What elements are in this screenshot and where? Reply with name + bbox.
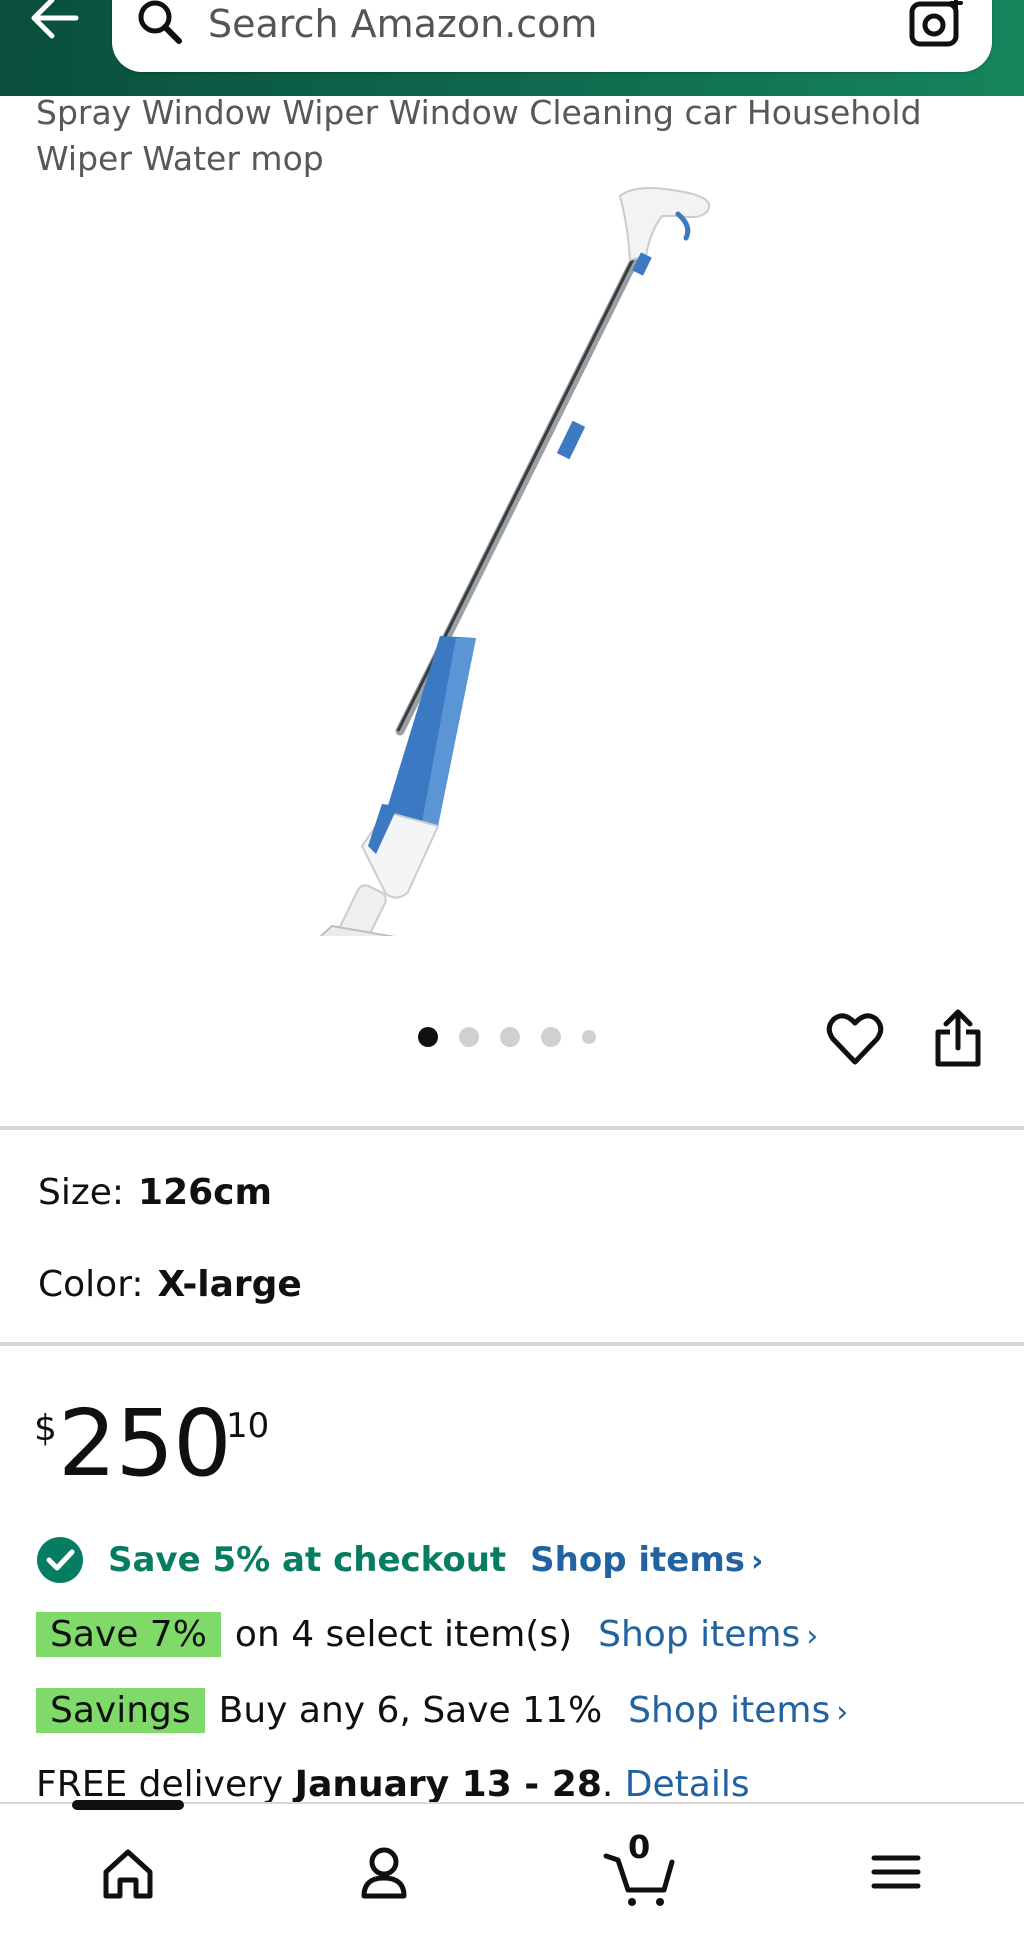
price-symbol: $ — [34, 1408, 57, 1449]
active-tab-indicator — [72, 1800, 184, 1810]
nav-home[interactable] — [88, 1832, 168, 1912]
link-label: Shop items — [628, 1690, 831, 1731]
image-carousel-dots[interactable] — [418, 1022, 617, 1052]
chevron-right-icon: › — [751, 1544, 764, 1579]
search-input[interactable] — [208, 0, 868, 48]
search-box[interactable] — [112, 0, 992, 72]
checkout-shop-items-link[interactable]: Shop items › — [530, 1540, 763, 1580]
carousel-dot[interactable] — [582, 1030, 596, 1044]
back-arrow-icon — [31, 0, 79, 39]
bottom-nav: 0 — [0, 1800, 1024, 1941]
chevron-right-icon: › — [836, 1695, 849, 1730]
carousel-dot[interactable] — [500, 1027, 520, 1047]
price-whole: 250 — [58, 1390, 232, 1497]
header-bar — [0, 0, 1024, 96]
share-icon[interactable] — [932, 1008, 984, 1068]
back-button[interactable] — [24, 0, 88, 48]
home-icon — [103, 1849, 153, 1899]
camera-lens-icon[interactable] — [906, 0, 966, 50]
carousel-dot[interactable] — [418, 1027, 438, 1047]
carousel-dot[interactable] — [541, 1027, 561, 1047]
savings-badge: Savings — [36, 1688, 205, 1733]
select-items-text: on 4 select item(s) — [234, 1614, 573, 1655]
select-items-promo: Save 7% on 4 select item(s) Shop items › — [36, 1612, 818, 1657]
menu-icon — [871, 1855, 921, 1889]
search-icon — [138, 0, 182, 44]
section-divider — [0, 1126, 1024, 1130]
heart-icon[interactable] — [826, 1010, 884, 1068]
cart-count: 0 — [628, 1828, 651, 1866]
delivery-details-link[interactable]: Details — [625, 1764, 750, 1805]
color-value: X-large — [157, 1264, 302, 1305]
size-selection[interactable]: Size: 126cm — [38, 1172, 272, 1213]
select-shop-items-link[interactable]: Shop items › — [598, 1614, 818, 1655]
save-badge: Save 7% — [36, 1612, 221, 1657]
link-label: Shop items — [530, 1540, 746, 1580]
savings-shop-items-link[interactable]: Shop items › — [628, 1690, 848, 1731]
color-label: Color: — [38, 1264, 144, 1305]
chevron-right-icon: › — [806, 1619, 819, 1654]
nav-menu[interactable] — [856, 1832, 936, 1912]
size-value: 126cm — [138, 1172, 273, 1213]
color-selection[interactable]: Color: X-large — [38, 1264, 302, 1305]
product-title[interactable]: Spray Window Wiper Window Cleaning car H… — [36, 90, 936, 182]
nav-cart[interactable]: 0 — [600, 1828, 680, 1912]
savings-text: Buy any 6, Save 11% — [218, 1690, 603, 1731]
nav-account[interactable] — [344, 1832, 424, 1912]
checkout-promo-text: Save 5% at checkout — [108, 1540, 507, 1580]
size-label: Size: — [38, 1172, 125, 1213]
product-image[interactable] — [290, 186, 740, 936]
link-label: Shop items — [598, 1614, 801, 1655]
delivery-dates: January 13 - 28 — [294, 1764, 602, 1805]
account-icon — [361, 1847, 407, 1899]
section-divider — [0, 1342, 1024, 1346]
carousel-dot[interactable] — [459, 1027, 479, 1047]
check-circle-icon — [37, 1537, 83, 1583]
savings-promo: Savings Buy any 6, Save 11% Shop items › — [36, 1688, 848, 1733]
delivery-info: FREE delivery January 13 - 28. Details — [36, 1764, 750, 1805]
delivery-prefix: FREE delivery — [36, 1764, 284, 1805]
price-fraction: 10 — [226, 1406, 270, 1446]
checkout-promo: Save 5% at checkout Shop items › — [36, 1536, 763, 1584]
delivery-separator: . — [601, 1764, 614, 1805]
